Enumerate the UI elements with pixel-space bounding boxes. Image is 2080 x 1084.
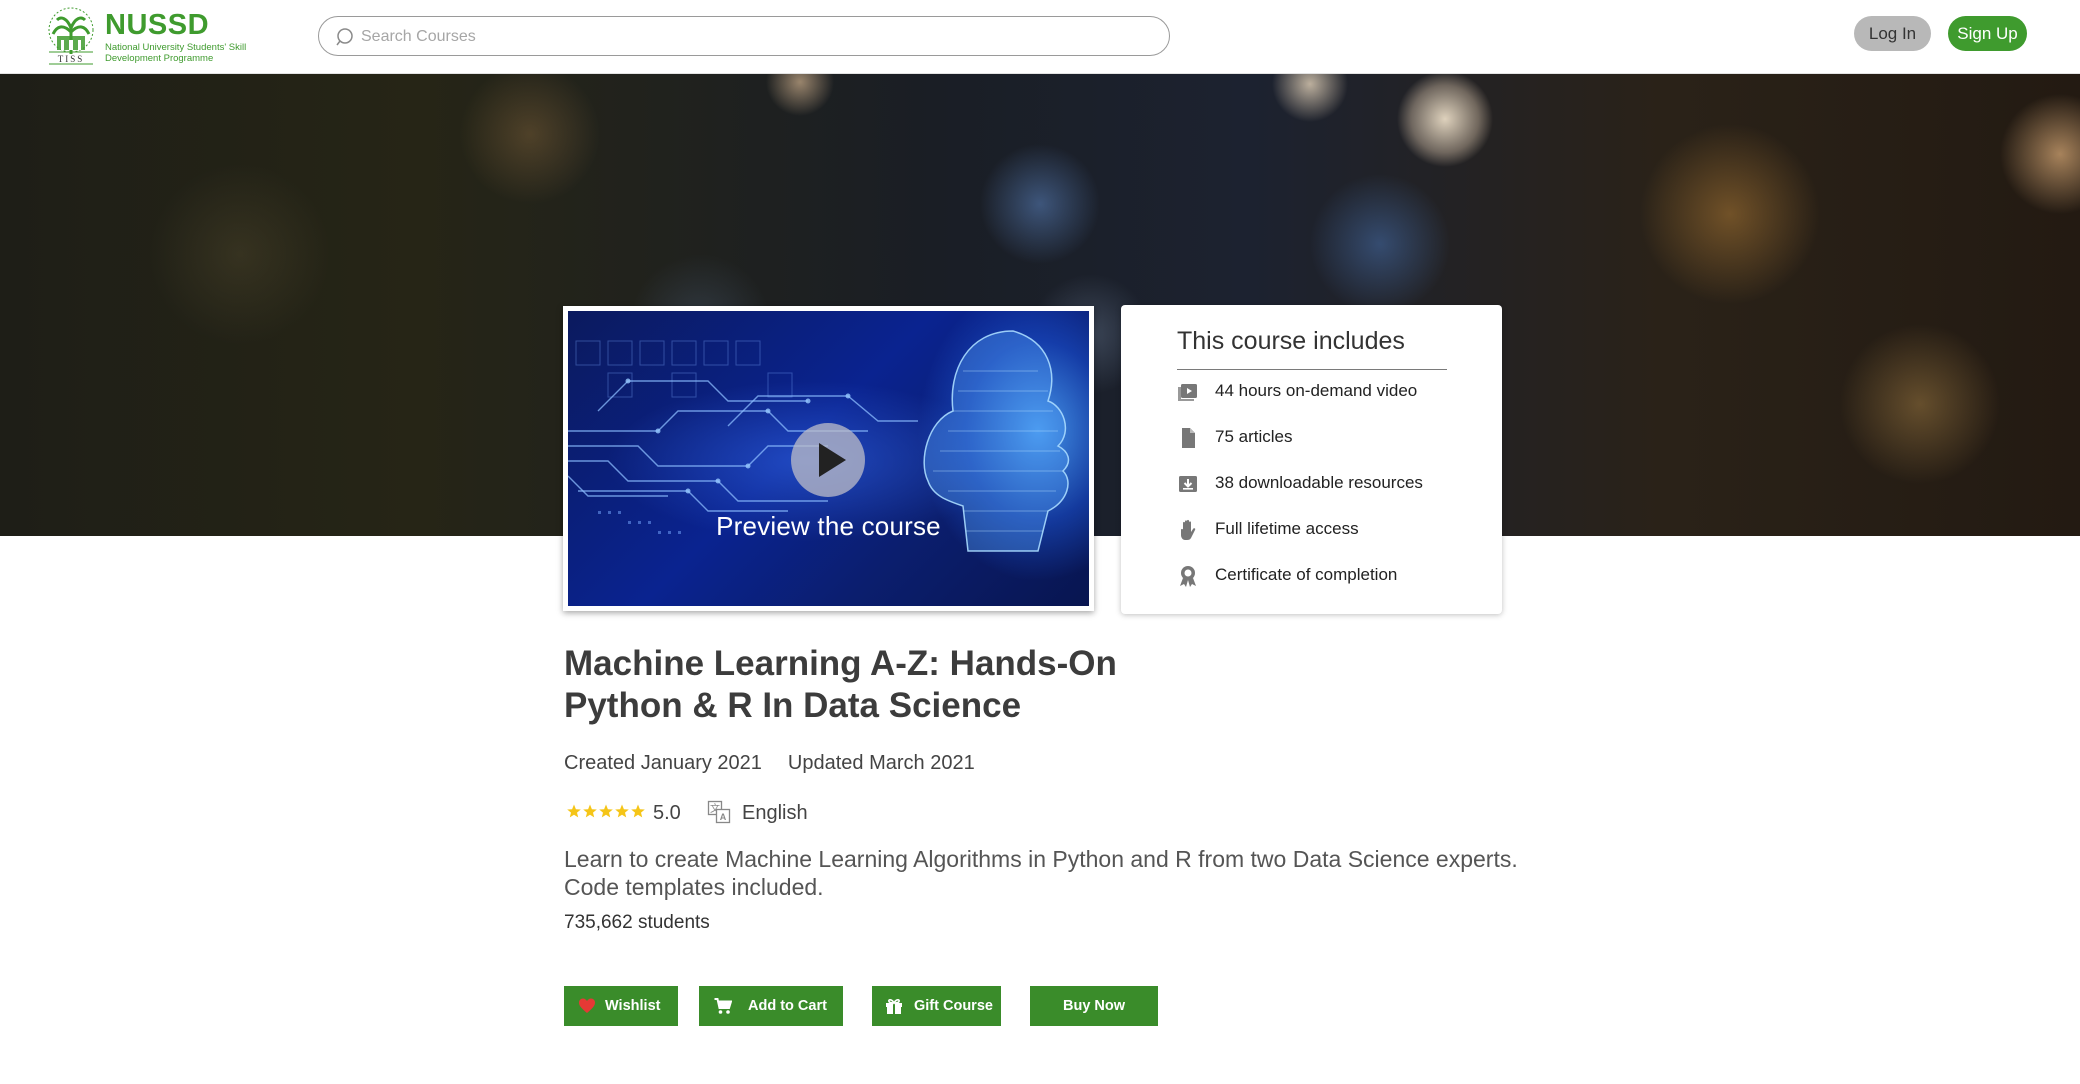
updated-date: Updated March 2021 <box>787 752 975 774</box>
heart-icon <box>579 998 595 1013</box>
buy-now-label: Buy Now <box>1062 998 1126 1014</box>
hand-icon <box>1181 519 1196 540</box>
add-to-cart-label: Add to Cart <box>748 998 827 1014</box>
student-count: 735,662 students <box>564 912 710 933</box>
video-icon <box>1178 384 1197 401</box>
svg-text:TISS: TISS <box>58 54 85 64</box>
play-icon[interactable] <box>791 423 865 497</box>
course-title: Machine Learning A-Z: Hands-On Python & … <box>564 644 1117 725</box>
includes-item-text: Full lifetime access <box>1215 519 1359 538</box>
brand-name: NUSSD <box>105 9 210 41</box>
top-header: TISS NUSSD National University Students'… <box>0 0 2080 74</box>
created-date: Created January 2021 <box>564 752 762 774</box>
brand-tagline: National University Students' Skill Deve… <box>105 42 247 64</box>
wishlist-label: Wishlist <box>605 998 661 1014</box>
buy-now-button[interactable]: Buy Now <box>1030 986 1158 1026</box>
search-input[interactable] <box>359 25 1143 49</box>
course-preview[interactable]: Preview the course <box>563 306 1094 611</box>
download-icon <box>1179 476 1197 492</box>
wishlist-button[interactable]: Wishlist <box>564 986 678 1026</box>
course-dates: Created January 2021 Updated March 2021 <box>564 752 1001 775</box>
search-icon <box>336 28 353 46</box>
file-icon <box>1182 428 1195 448</box>
preview-label[interactable]: Preview the course <box>568 511 1089 542</box>
gift-course-button[interactable]: Gift Course <box>872 986 1001 1026</box>
course-includes-card: This course includes 44 hours on-demand … <box>1121 305 1502 614</box>
rating-stars-icon <box>567 804 645 818</box>
includes-title: This course includes <box>1177 327 1405 355</box>
includes-item-text: 75 articles <box>1215 427 1293 446</box>
course-language: English <box>742 802 808 824</box>
add-to-cart-button[interactable]: Add to Cart <box>699 986 843 1026</box>
svg-text:A: A <box>720 812 727 822</box>
nussd-logo[interactable]: TISS NUSSD National University Students'… <box>43 6 258 66</box>
includes-divider <box>1177 369 1447 370</box>
includes-item-text: 38 downloadable resources <box>1215 473 1423 492</box>
translate-icon: 文 A <box>707 800 731 824</box>
course-description: Learn to create Machine Learning Algorit… <box>564 846 1518 900</box>
search-bar[interactable] <box>318 16 1170 56</box>
preview-thumbnail: Preview the course <box>568 311 1089 606</box>
certificate-icon <box>1180 566 1196 587</box>
cart-icon <box>714 998 732 1014</box>
gift-course-label: Gift Course <box>914 998 993 1014</box>
login-button[interactable]: Log In <box>1854 16 1931 51</box>
gift-icon <box>886 999 902 1014</box>
includes-item-text: 44 hours on-demand video <box>1215 381 1418 400</box>
signup-button[interactable]: Sign Up <box>1948 16 2027 51</box>
tiss-emblem-icon: TISS <box>48 7 94 65</box>
rating-value: 5.0 <box>653 802 681 824</box>
includes-item-text: Certificate of completion <box>1215 565 1398 584</box>
